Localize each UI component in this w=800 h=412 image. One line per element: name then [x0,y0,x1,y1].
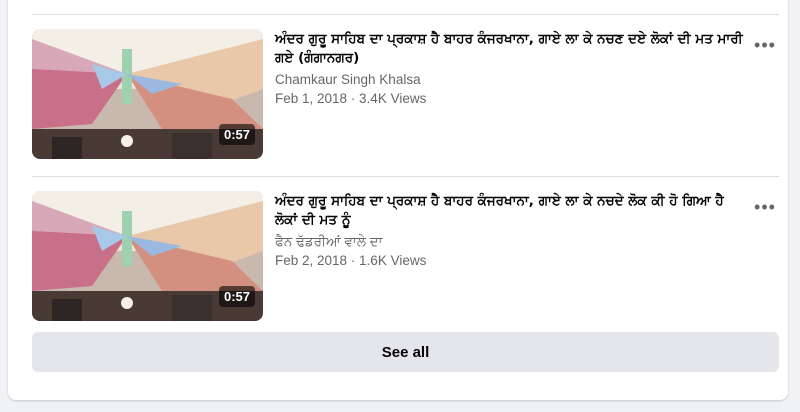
channel-name[interactable]: ਫੈਨ ਢੱਡਰੀਆਂ ਵਾਲੇ ਦਾ [275,233,745,251]
see-all-button[interactable]: See all [32,332,779,372]
related-videos-card: 0:57 ਅੰਦਰ ਗੁਰੂ ਸਾਹਿਬ ਦਾ ਪ੍ਰਕਾਸ਼ ਹੈ ਬਾਹਰ … [8,0,788,400]
divider [32,14,779,15]
video-stats: Feb 1, 2018 · 3.4K Views [275,91,427,106]
video-thumbnail[interactable]: 0:57 [32,191,263,321]
video-meta: ਅੰਦਰ ਗੁਰੂ ਸਾਹਿਬ ਦਾ ਪ੍ਰਕਾਸ਼ ਹੈ ਬਾਹਰ ਕੰਜਰਖ… [275,29,745,108]
video-meta: ਅੰਦਰ ਗੁਰੂ ਸਾਹਿਬ ਦਾ ਪ੍ਰਕਾਸ਼ ਹੈ ਬਾਹਰ ਕੰਜਰਖ… [275,191,745,270]
video-title[interactable]: ਅੰਦਰ ਗੁਰੂ ਸਾਹਿਬ ਦਾ ਪ੍ਰਕਾਸ਼ ਹੈ ਬਾਹਰ ਕੰਜਰਖ… [275,29,745,68]
video-duration: 0:57 [218,286,255,307]
more-horizontal-icon: ••• [754,35,776,55]
more-options-button[interactable]: ••• [753,35,777,55]
video-duration: 0:57 [218,124,255,145]
channel-name[interactable]: Chamkaur Singh Khalsa [275,71,745,89]
more-options-button[interactable]: ••• [753,197,777,217]
video-stats: Feb 2, 2018 · 1.6K Views [275,253,427,268]
video-item[interactable]: 0:57 ਅੰਦਰ ਗੁਰੂ ਸਾਹਿਬ ਦਾ ਪ੍ਰਕਾਸ਼ ਹੈ ਬਾਹਰ … [32,29,779,159]
video-item[interactable]: 0:57 ਅੰਦਰ ਗੁਰੂ ਸਾਹਿਬ ਦਾ ਪ੍ਰਕਾਸ਼ ਹੈ ਬਾਹਰ … [32,191,779,321]
video-title[interactable]: ਅੰਦਰ ਗੁਰੂ ਸਾਹਿਬ ਦਾ ਪ੍ਰਕਾਸ਼ ਹੈ ਬਾਹਰ ਕੰਜਰਖ… [275,191,745,230]
more-horizontal-icon: ••• [754,197,776,217]
divider [32,176,779,177]
video-thumbnail[interactable]: 0:57 [32,29,263,159]
